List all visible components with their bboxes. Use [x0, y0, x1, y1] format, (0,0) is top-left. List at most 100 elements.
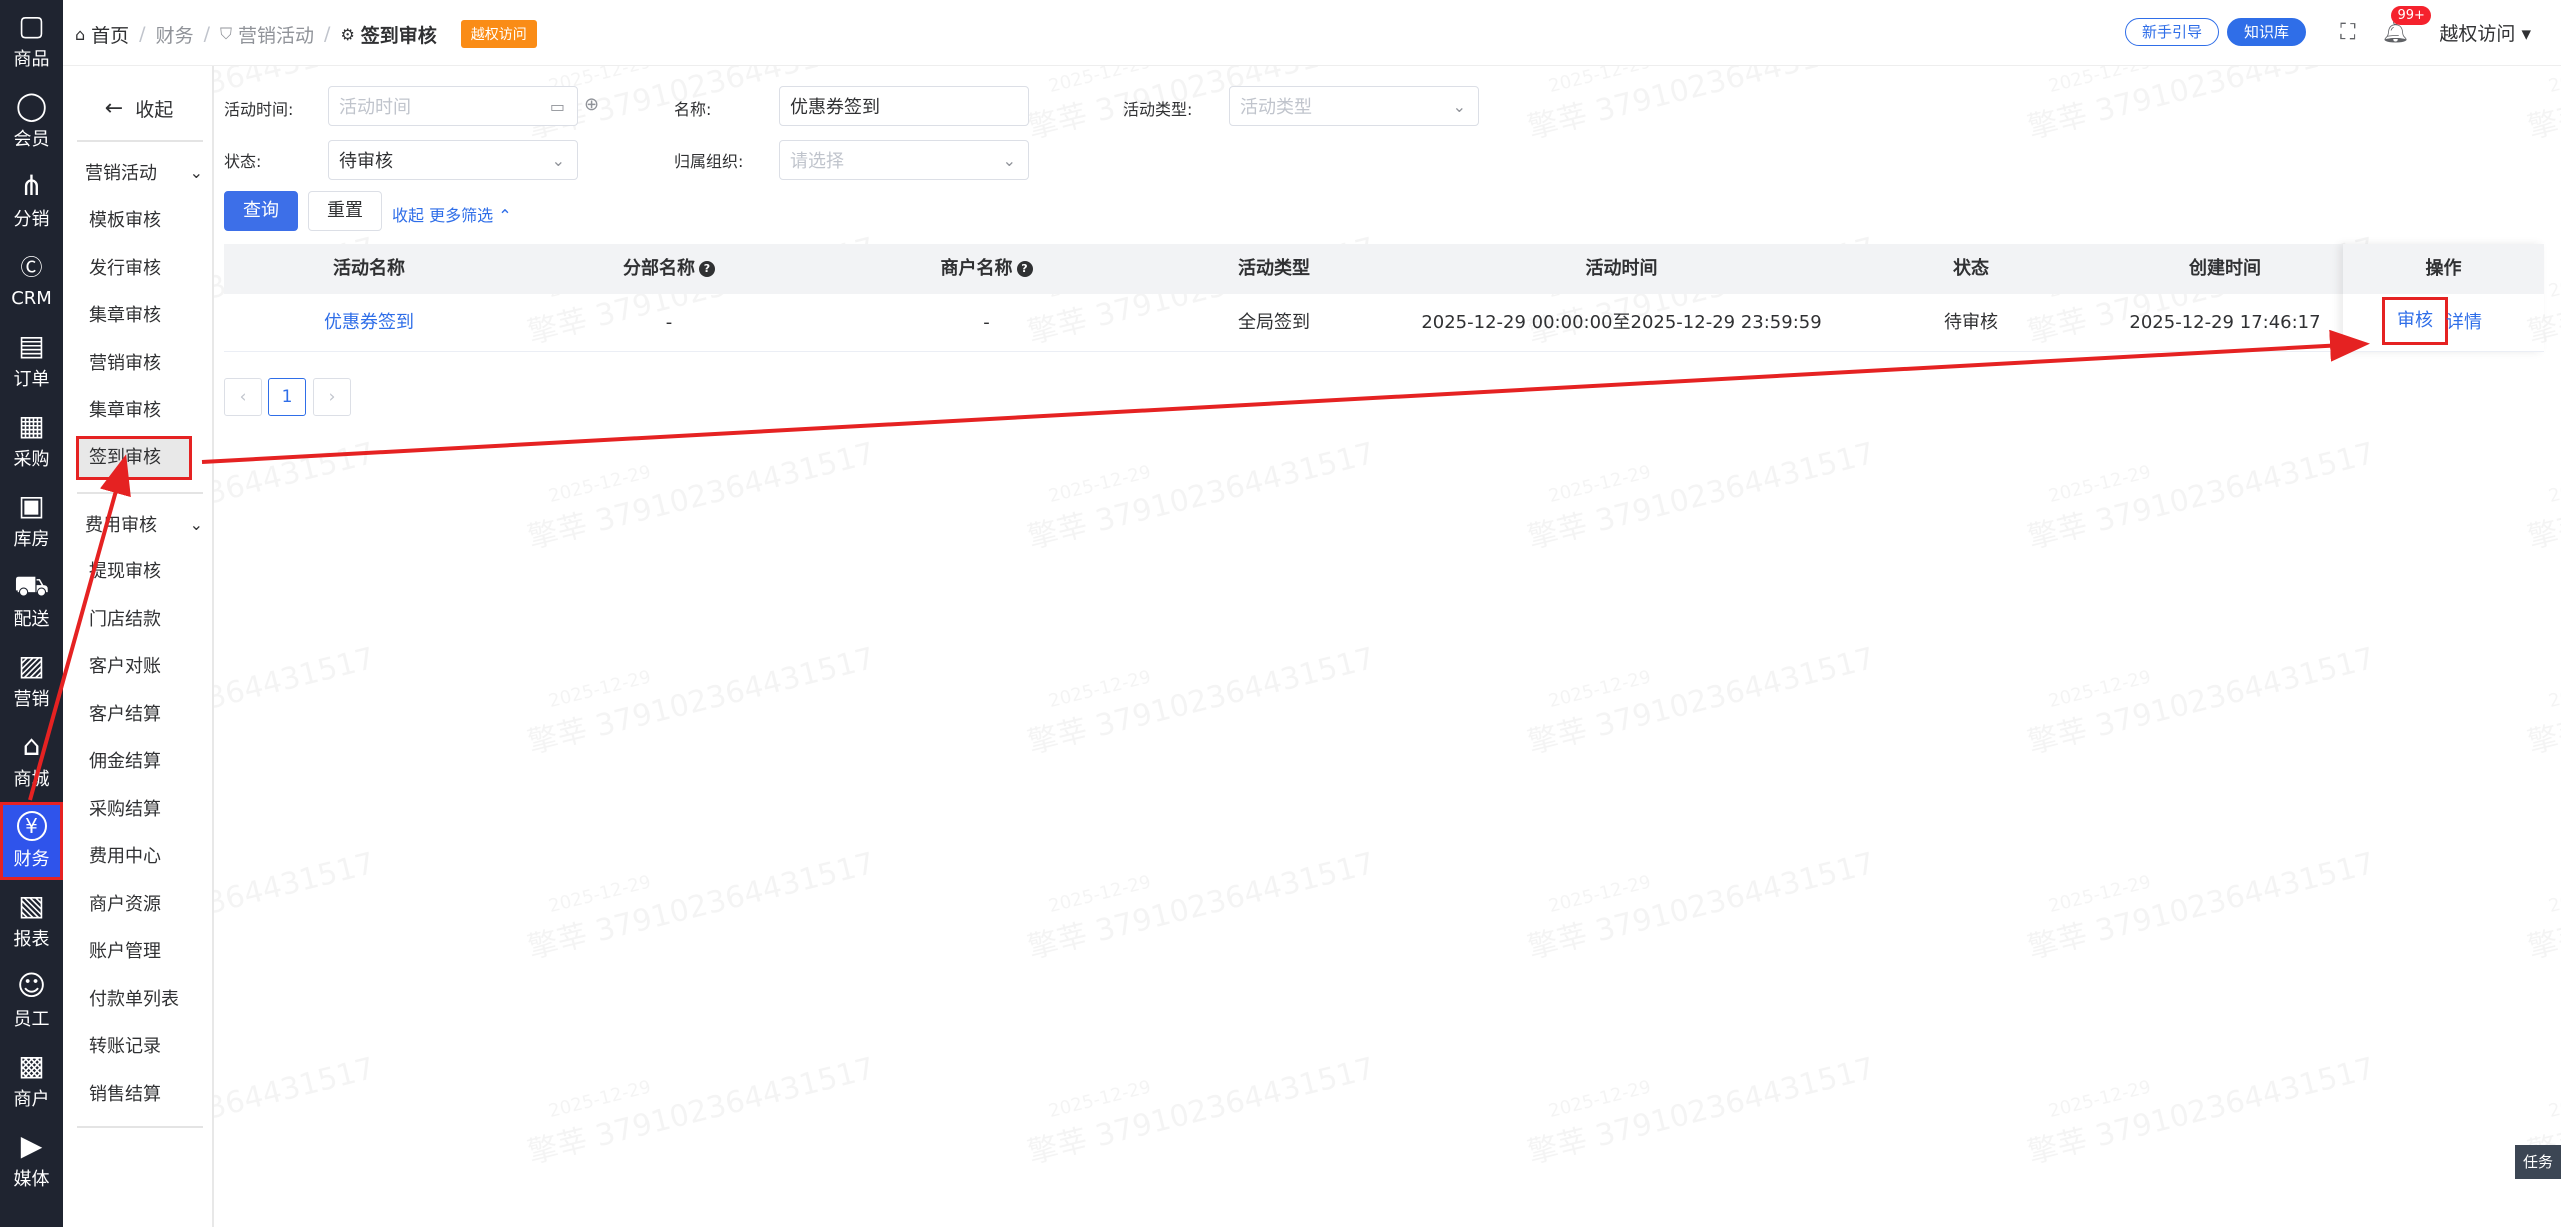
staff-icon: ☺ [16, 969, 47, 1002]
time-label: 活动时间: [224, 100, 294, 119]
rail-item-10[interactable]: ¥ 财务 [0, 802, 63, 880]
rail-item-label: 财务 [13, 849, 50, 870]
submenu-item[interactable]: 销售结算 [89, 1077, 161, 1113]
time-input[interactable]: 活动时间 ▭ [328, 86, 578, 126]
breadcrumb-finance[interactable]: 财务 [156, 21, 194, 48]
guide-button[interactable]: 新手引导 [2125, 18, 2220, 46]
submenu-item[interactable]: 提现审核 [89, 554, 161, 590]
submenu-item[interactable]: 费用中心 [89, 839, 161, 875]
next-page-button[interactable]: › [313, 378, 351, 416]
table-header: 活动名称 分部名称? 商户名称? 活动类型 活动时间 状态 创建时间 操作 [224, 244, 2544, 294]
rail-item-label: 库房 [13, 529, 50, 550]
breadcrumb-current: 签到审核 [360, 24, 437, 47]
breadcrumb-home[interactable]: 首页 [91, 21, 129, 48]
member-icon: ◯ [15, 89, 48, 122]
detail-button[interactable]: 详情 [2446, 294, 2482, 352]
knowledge-base-button[interactable]: 知识库 [2227, 18, 2307, 46]
rail-item-2[interactable]: ⋔ 分销 [0, 162, 63, 240]
breadcrumb-marketing[interactable]: 营销活动 [238, 21, 314, 48]
rail-item-label: 采购 [13, 449, 50, 470]
help-icon[interactable]: ? [699, 261, 715, 277]
page-1-button[interactable]: 1 [268, 378, 306, 416]
rail-item-3[interactable]: Ⓒ CRM [0, 242, 63, 320]
submenu-item[interactable]: 佣金结算 [89, 744, 161, 780]
bell-icon[interactable]: 🔔︎ 99+ [2381, 5, 2431, 45]
warehouse-icon: ▣ [18, 489, 45, 522]
gear-icon: ⚙ [340, 24, 355, 44]
rail-item-label: 营销 [13, 689, 50, 710]
add-circle-icon[interactable]: ⊕ [584, 94, 599, 115]
help-icon[interactable]: ? [1016, 261, 1033, 277]
rail-item-7[interactable]: ⛟ 配送 [0, 562, 63, 640]
chevron-down-icon: ⌄ [189, 162, 203, 182]
rail-item-1[interactable]: ◯ 会员 [0, 82, 63, 160]
watermark: 2025-12-29擎莘 379102364431517 [1017, 408, 1378, 557]
rail-item-9[interactable]: ⌂ 商城 [0, 722, 63, 800]
submenu-item[interactable]: 商户资源 [89, 887, 161, 923]
submenu-item[interactable]: 付款单列表 [89, 982, 179, 1018]
rail-item-label: 会员 [13, 129, 50, 150]
purchase-icon: ▦ [18, 409, 45, 442]
annotation-arrows [28, 329, 2370, 801]
media-icon: ▶ [20, 1129, 43, 1162]
submenu-item[interactable]: 模板审核 [89, 203, 161, 239]
calendar-icon: ▭ [549, 96, 565, 116]
submenu-item[interactable]: 账户管理 [89, 934, 161, 970]
rail-item-13[interactable]: ▩ 商户 [0, 1042, 63, 1120]
rail-item-8[interactable]: ▨ 营销 [0, 642, 63, 720]
name-input[interactable]: 优惠券签到 [779, 86, 1029, 126]
rail-item-4[interactable]: ▤ 订单 [0, 322, 63, 400]
reset-button[interactable]: 重置 [308, 191, 382, 231]
type-select[interactable]: 活动类型 ⌄ [1229, 86, 1479, 126]
menu-group-marketing[interactable]: 营销活动 ⌄ [85, 154, 203, 190]
submenu-item[interactable]: 营销审核 [89, 346, 161, 382]
submenu-item[interactable]: 集章审核 [89, 298, 161, 334]
watermark: 2025-12-29擎莘 379102364431517 [2017, 613, 2378, 762]
audit-button[interactable]: 审核 [2382, 297, 2448, 345]
rail-item-6[interactable]: ▣ 库房 [0, 482, 63, 560]
rail-item-14[interactable]: ▶ 媒体 [0, 1122, 63, 1200]
submenu-item[interactable]: 客户结算 [89, 697, 161, 733]
submenu-item[interactable]: 采购结算 [89, 792, 161, 828]
user-menu[interactable]: 越权访问 ▾ [2439, 19, 2531, 46]
cell-time: 2025-12-29 00:00:00至2025-12-29 23:59:59 [1421, 312, 1822, 333]
fullscreen-icon[interactable]: ⛶ [2340, 20, 2355, 45]
menu-group-expense[interactable]: 费用审核 ⌄ [85, 506, 203, 542]
status-label: 状态: [224, 152, 262, 171]
top-header: ⌂ 首页 / 财务 / ⛉ 营销活动 / ⚙ 签到审核 越权访问 新手引导 知识… [63, 0, 2561, 66]
yen-icon: ¥ [16, 811, 47, 841]
submenu-item[interactable]: 客户对账 [89, 649, 161, 685]
submenu-item[interactable]: 门店结款 [89, 602, 161, 638]
org-select[interactable]: 请选择 ⌄ [779, 140, 1029, 180]
rail-item-0[interactable]: ▢ 商品 [0, 2, 63, 80]
submenu-item[interactable]: 发行审核 [89, 251, 161, 287]
prev-page-button[interactable]: ‹ [224, 378, 262, 416]
submenu-item[interactable]: 转账记录 [89, 1029, 161, 1065]
name-label: 名称: [674, 100, 712, 119]
rail-item-5[interactable]: ▦ 采购 [0, 402, 63, 480]
column-header: 状态 [1953, 258, 1989, 279]
collapse-filters-link[interactable]: 收起 更多筛选 ⌃ [392, 202, 512, 226]
type-label: 活动类型: [1123, 100, 1193, 119]
delivery-icon: ⛟ [13, 569, 50, 602]
status-select[interactable]: 待审核 ⌄ [328, 140, 578, 180]
query-button[interactable]: 查询 [224, 191, 298, 231]
column-header: 活动名称 [333, 258, 405, 279]
watermark: 2025-12-29擎莘 379102364431517 [2517, 408, 2561, 557]
chevron-down-icon: ⌄ [1002, 150, 1016, 170]
merchant-icon: ▩ [18, 1049, 45, 1082]
rail-item-12[interactable]: ☺ 员工 [0, 962, 63, 1040]
task-button[interactable]: 任务 [2515, 1145, 2561, 1179]
cell-branch: - [665, 312, 673, 333]
watermark: 2025-12-29擎莘 379102364431517 [1517, 408, 1878, 557]
home-icon: ⌂ [75, 24, 86, 44]
collapse-menu-button[interactable]: ← 收起 [75, 84, 203, 132]
submenu-item[interactable]: 集章审核 [89, 393, 161, 429]
rail-item-label: 报表 [13, 929, 50, 950]
submenu-item[interactable]: 签到审核 [76, 436, 192, 480]
column-header: 活动类型 [1238, 258, 1310, 279]
cell-activity-name[interactable]: 优惠券签到 [224, 294, 514, 352]
rail-item-11[interactable]: ▧ 报表 [0, 882, 63, 960]
column-header: 活动时间 [1585, 258, 1658, 279]
breadcrumb: ⌂ 首页 / 财务 / ⛉ 营销活动 / ⚙ 签到审核 越权访问 [75, 20, 537, 48]
